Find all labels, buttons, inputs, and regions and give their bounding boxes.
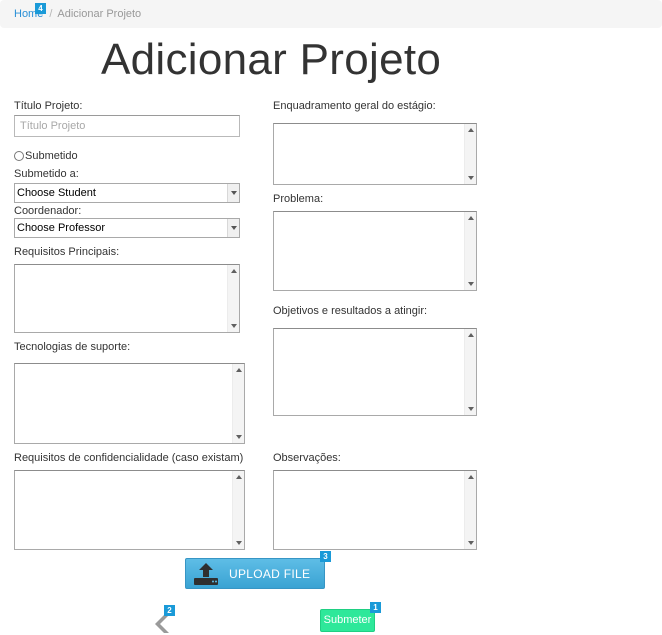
scrollbar[interactable] [464, 212, 476, 290]
objetivos-textarea[interactable] [273, 328, 477, 416]
student-select-value: Choose Student [17, 187, 96, 199]
professor-select-value: Choose Professor [17, 222, 106, 234]
titulo-label: Título Projeto: [14, 100, 83, 112]
submit-badge: 1 [370, 602, 381, 613]
coordenador-label: Coordenador: [14, 205, 82, 217]
submetido-radio[interactable] [14, 151, 24, 161]
upload-badge: 3 [320, 551, 331, 562]
submetido-radio-label: Submetido [25, 150, 78, 162]
upload-file-button[interactable]: UPLOAD FILE [185, 558, 325, 589]
back-badge: 2 [164, 605, 175, 616]
breadcrumb: Home / Adicionar Projeto [0, 0, 662, 28]
enquadramento-label: Enquadramento geral do estágio: [273, 100, 436, 112]
requisitos-principais-textarea[interactable] [14, 264, 240, 333]
tecnologias-textarea[interactable] [14, 363, 245, 444]
professor-select[interactable]: Choose Professor [14, 218, 240, 238]
scrollbar[interactable] [464, 329, 476, 415]
submit-button[interactable]: Submeter [320, 609, 375, 632]
scrollbar[interactable] [464, 471, 476, 549]
titulo-input[interactable] [14, 115, 240, 137]
back-arrow-icon[interactable] [152, 613, 172, 633]
observacoes-textarea[interactable] [273, 470, 477, 550]
page-title: Adicionar Projeto [101, 35, 442, 84]
enquadramento-textarea[interactable] [273, 123, 477, 185]
requisitos-principais-label: Requisitos Principais: [14, 246, 120, 258]
student-select[interactable]: Choose Student [14, 183, 240, 203]
upload-file-label: UPLOAD FILE [229, 566, 311, 581]
problema-label: Problema: [273, 193, 324, 205]
scrollbar[interactable] [232, 471, 244, 549]
tecnologias-label: Tecnologias de suporte: [14, 341, 131, 353]
chevron-down-icon [227, 219, 239, 237]
confidencialidade-label: Requisitos de confidencialidade (caso ex… [14, 452, 244, 464]
objetivos-label: Objetivos e resultados a atingir: [273, 305, 428, 317]
home-badge: 4 [35, 3, 46, 14]
confidencialidade-textarea[interactable] [14, 470, 245, 550]
scrollbar[interactable] [464, 124, 476, 184]
upload-icon [194, 562, 218, 585]
observacoes-label: Observações: [273, 452, 341, 464]
submetido-radio-row[interactable]: Submetido [14, 150, 78, 162]
scrollbar[interactable] [232, 364, 244, 443]
chevron-down-icon [227, 184, 239, 202]
breadcrumb-current: Adicionar Projeto [57, 8, 142, 20]
submetido-a-label: Submetido a: [14, 168, 79, 180]
scrollbar[interactable] [227, 265, 239, 332]
breadcrumb-separator: / [49, 8, 53, 20]
problema-textarea[interactable] [273, 211, 477, 291]
